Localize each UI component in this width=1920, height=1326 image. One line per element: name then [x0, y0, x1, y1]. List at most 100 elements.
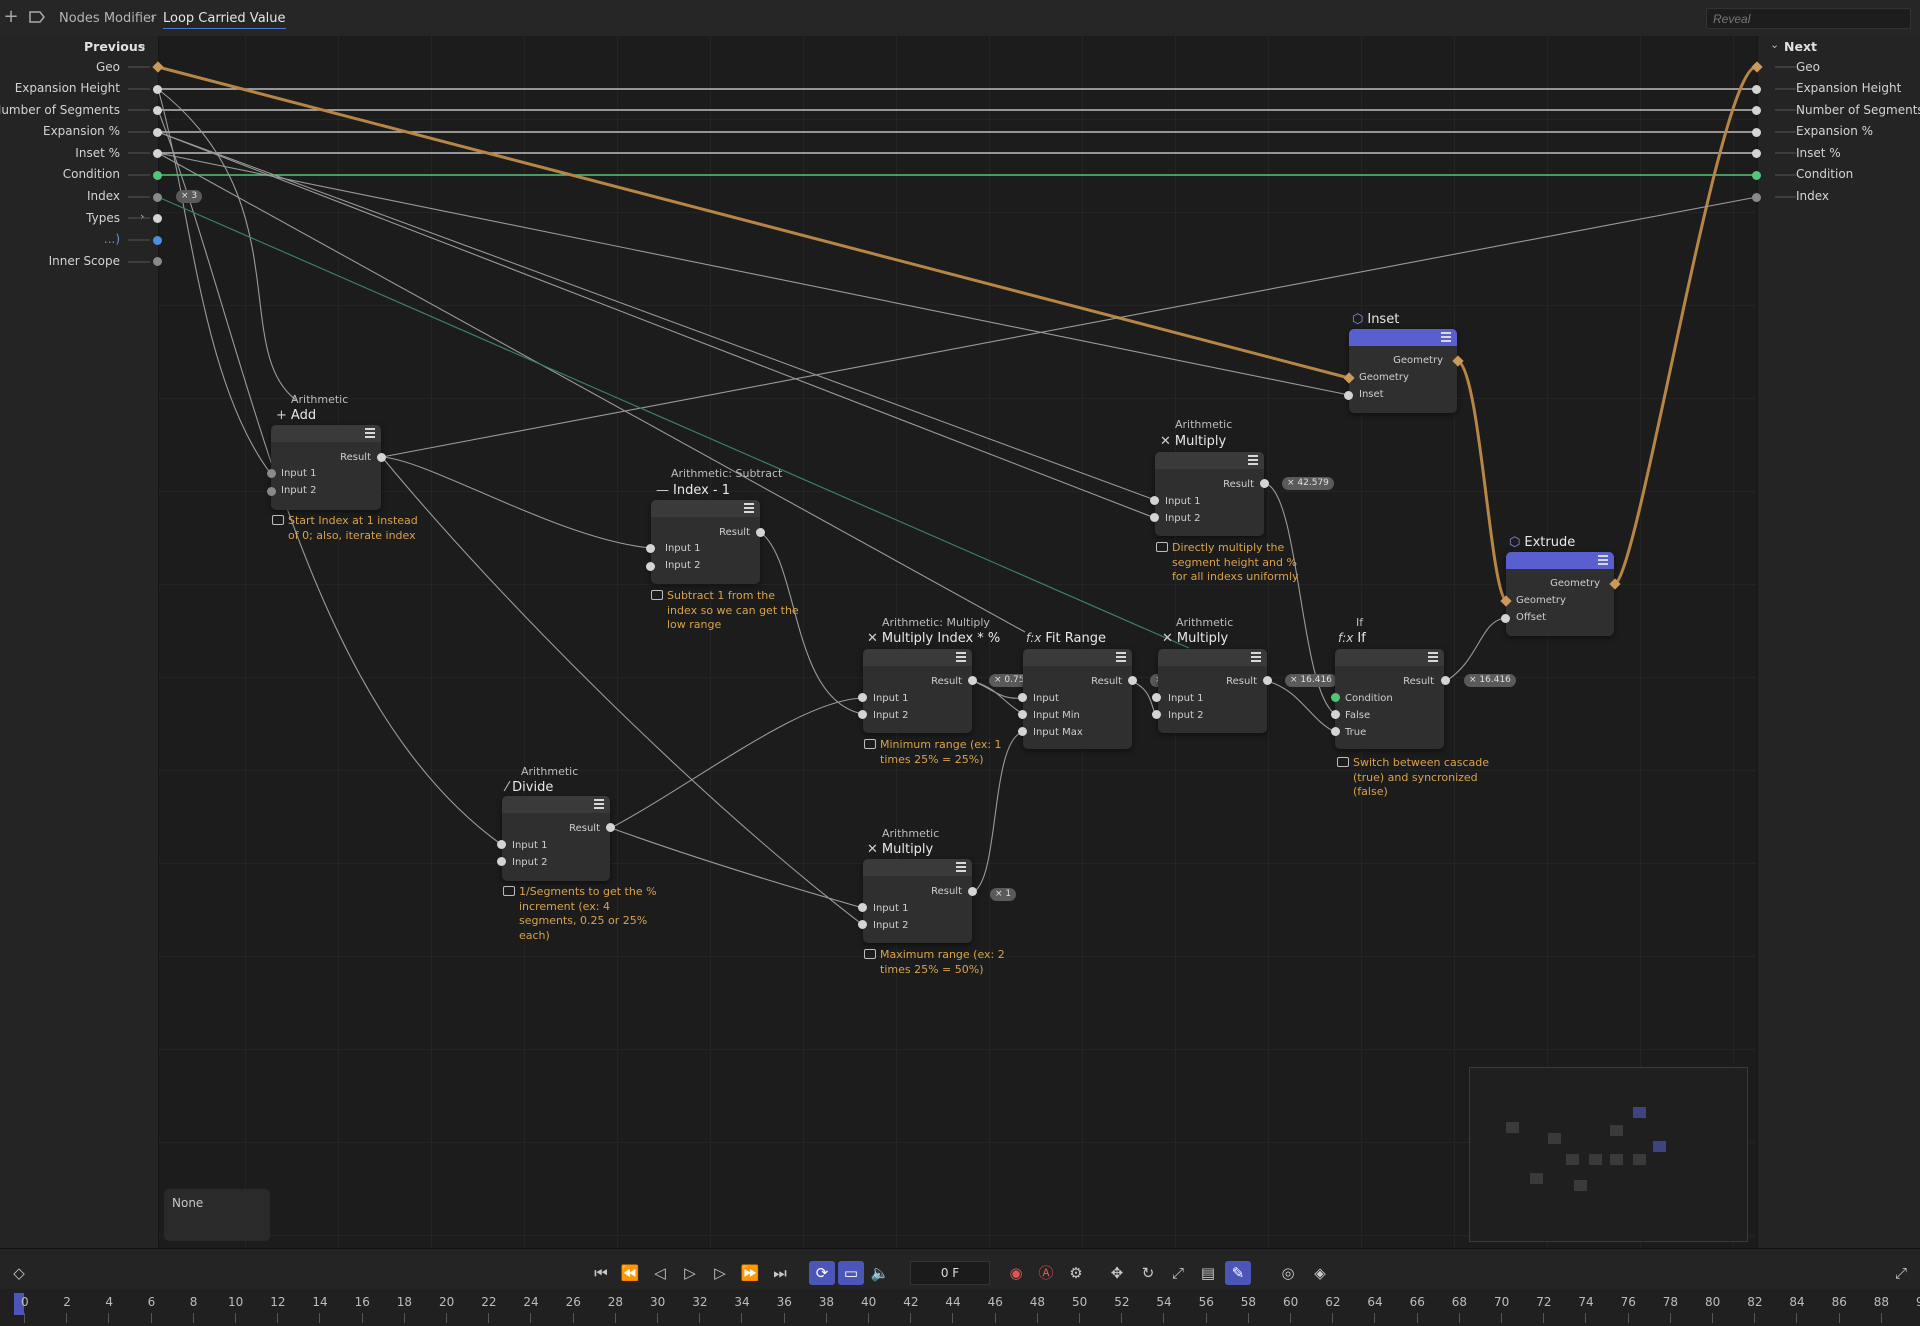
mult-max-comment[interactable]: Maximum range (ex: 2 times 25% = 50%) — [864, 948, 1005, 977]
next-key-icon[interactable]: ⏩ — [737, 1261, 763, 1285]
menu-icon[interactable] — [1116, 652, 1126, 662]
add-input2-socket[interactable] — [267, 487, 276, 496]
add-node-name[interactable]: + Add — [276, 408, 316, 423]
prev-inset-pct-socket[interactable] — [153, 149, 162, 158]
subtract-input1-socket[interactable] — [646, 544, 655, 553]
add-node-header[interactable] — [271, 425, 381, 442]
scale-key-icon[interactable]: ⤢ — [1165, 1261, 1191, 1285]
prev-expansion-pct-socket[interactable] — [153, 128, 162, 137]
mult-top-node-name[interactable]: ✕ Multiply — [1160, 434, 1226, 449]
previous-key-icon[interactable]: ⏪ — [617, 1261, 643, 1285]
play-icon[interactable]: ▷ — [677, 1261, 703, 1285]
mult-index-node[interactable]: Result Input 1 Input 2 — [863, 649, 972, 733]
mult-b-node-name[interactable]: ✕ Multiply — [1162, 631, 1228, 646]
mult-max-node-header[interactable] — [863, 859, 972, 876]
next-expansion-pct-socket[interactable] — [1752, 128, 1761, 137]
menu-icon[interactable] — [1428, 652, 1438, 662]
subtract-result-socket[interactable] — [756, 528, 765, 537]
inset-inset-socket[interactable] — [1344, 391, 1353, 400]
prev-more-socket[interactable] — [153, 236, 162, 245]
subtract-comment[interactable]: Subtract 1 from the index so we can get … — [651, 589, 802, 633]
current-frame-field[interactable]: 0 F — [910, 1261, 990, 1285]
subtract-node[interactable]: Result Input 1 Input 2 — [651, 500, 760, 584]
frame-ruler[interactable]: 0 2 4 6 8 10 12 14 16 18 20 22 24 26 28 30 32 34 36 38 40 42 4… — [0, 1289, 1920, 1326]
if-condition-socket[interactable] — [1331, 693, 1340, 702]
prev-segments-socket[interactable] — [153, 106, 162, 115]
inset-node-header[interactable] — [1349, 329, 1457, 346]
if-comment[interactable]: Switch between cascade (true) and syncro… — [1337, 756, 1493, 800]
divide-comment[interactable]: 1/Segments to get the % increment (ex: 4… — [503, 885, 659, 943]
extrude-node-header[interactable] — [1506, 552, 1614, 569]
extrude-node[interactable]: Geometry Geometry Offset — [1506, 552, 1614, 636]
reveal-search-input[interactable] — [1706, 8, 1911, 29]
move-key-icon[interactable]: ✥ — [1104, 1261, 1130, 1285]
mult-b-input1-socket[interactable] — [1152, 693, 1161, 702]
chevron-down-icon[interactable]: ⌄ — [138, 38, 147, 51]
prev-index-socket[interactable] — [153, 193, 162, 202]
mult-top-input2-socket[interactable] — [1150, 513, 1159, 522]
add-node[interactable]: Result Input 1 Input 2 — [271, 425, 381, 510]
preview-range-icon[interactable]: ▭ — [838, 1261, 864, 1285]
previous-title[interactable]: Previous — [84, 39, 145, 54]
subtract-node-name[interactable]: — Index - 1 — [656, 483, 730, 498]
mult-max-result-socket[interactable] — [968, 887, 977, 896]
breadcrumb-current[interactable]: Loop Carried Value — [163, 11, 286, 29]
divide-input2-socket[interactable] — [497, 857, 506, 866]
prev-port-types[interactable]: Types — [86, 211, 120, 225]
motion-system-icon[interactable]: ◈ — [1307, 1261, 1333, 1285]
next-frame-icon[interactable]: ▷ — [707, 1261, 733, 1285]
subtract-input2-socket[interactable] — [646, 562, 655, 571]
point-level-icon[interactable]: ✎ — [1225, 1261, 1251, 1285]
divide-node-name[interactable]: ⁄ Divide — [506, 780, 553, 795]
menu-icon[interactable] — [1248, 455, 1258, 465]
mult-top-node-header[interactable] — [1155, 452, 1264, 469]
breadcrumb-root[interactable]: Nodes Modifier — [59, 11, 156, 26]
divide-input1-socket[interactable] — [497, 840, 506, 849]
menu-icon[interactable] — [1441, 332, 1451, 342]
add-input1-socket[interactable] — [267, 469, 276, 478]
add-icon[interactable]: + — [2, 8, 20, 26]
mult-index-input1-socket[interactable] — [858, 693, 867, 702]
prev-inner-scope-socket[interactable] — [153, 257, 162, 266]
key-settings-icon[interactable]: ⚙ — [1063, 1261, 1089, 1285]
if-true-socket[interactable] — [1331, 727, 1340, 736]
fit-range-input-socket[interactable] — [1018, 693, 1027, 702]
mult-b-node[interactable]: Result Input 1 Input 2 — [1158, 649, 1267, 733]
mult-index-node-header[interactable] — [863, 649, 972, 666]
menu-icon[interactable] — [956, 862, 966, 872]
next-inset-pct-socket[interactable] — [1752, 149, 1761, 158]
divide-node-header[interactable] — [502, 796, 610, 813]
go-to-end-icon[interactable]: ⏭ — [767, 1261, 793, 1285]
if-node-name[interactable]: f:x If — [1338, 631, 1366, 646]
fit-range-node-name[interactable]: f:x Fit Range — [1026, 631, 1106, 646]
mult-index-result-socket[interactable] — [968, 676, 977, 685]
menu-icon[interactable] — [744, 503, 754, 513]
mult-top-input1-socket[interactable] — [1150, 496, 1159, 505]
menu-icon[interactable] — [365, 428, 375, 438]
fit-range-min-socket[interactable] — [1018, 710, 1027, 719]
add-comment[interactable]: Start Index at 1 instead of 0; also, ite… — [272, 514, 423, 543]
inset-node-name[interactable]: ⬡ Inset — [1352, 312, 1399, 327]
if-false-socket[interactable] — [1331, 710, 1340, 719]
next-condition-socket[interactable] — [1752, 171, 1761, 180]
go-to-start-icon[interactable]: ⏮ — [588, 1261, 614, 1285]
next-title[interactable]: Next — [1784, 39, 1817, 54]
mult-b-node-header[interactable] — [1158, 649, 1267, 666]
loop-icon[interactable]: ⟳ — [809, 1261, 835, 1285]
param-key-icon[interactable]: ▤ — [1195, 1261, 1221, 1285]
mult-index-comment[interactable]: Minimum range (ex: 1 times 25% = 25%) — [864, 738, 1005, 767]
mult-top-node[interactable]: Result Input 1 Input 2 — [1155, 452, 1264, 536]
mult-max-node[interactable]: Result Input 1 Input 2 — [863, 859, 972, 943]
minimap[interactable] — [1469, 1067, 1748, 1242]
subtract-node-header[interactable] — [651, 500, 760, 517]
mult-index-node-name[interactable]: ✕ Multiply Index * % — [867, 631, 1000, 646]
sound-icon[interactable]: 🔈 — [867, 1261, 893, 1285]
inset-node[interactable]: Geometry Geometry Inset — [1349, 329, 1457, 413]
record-icon[interactable]: ◉ — [1003, 1261, 1029, 1285]
extrude-offset-socket[interactable] — [1501, 614, 1510, 623]
divide-node[interactable]: Result Input 1 Input 2 — [502, 796, 610, 881]
autokey-icon[interactable]: Ⓐ — [1033, 1261, 1059, 1285]
menu-icon[interactable] — [1598, 555, 1608, 565]
mult-b-input2-socket[interactable] — [1152, 710, 1161, 719]
if-node-header[interactable] — [1335, 649, 1444, 666]
